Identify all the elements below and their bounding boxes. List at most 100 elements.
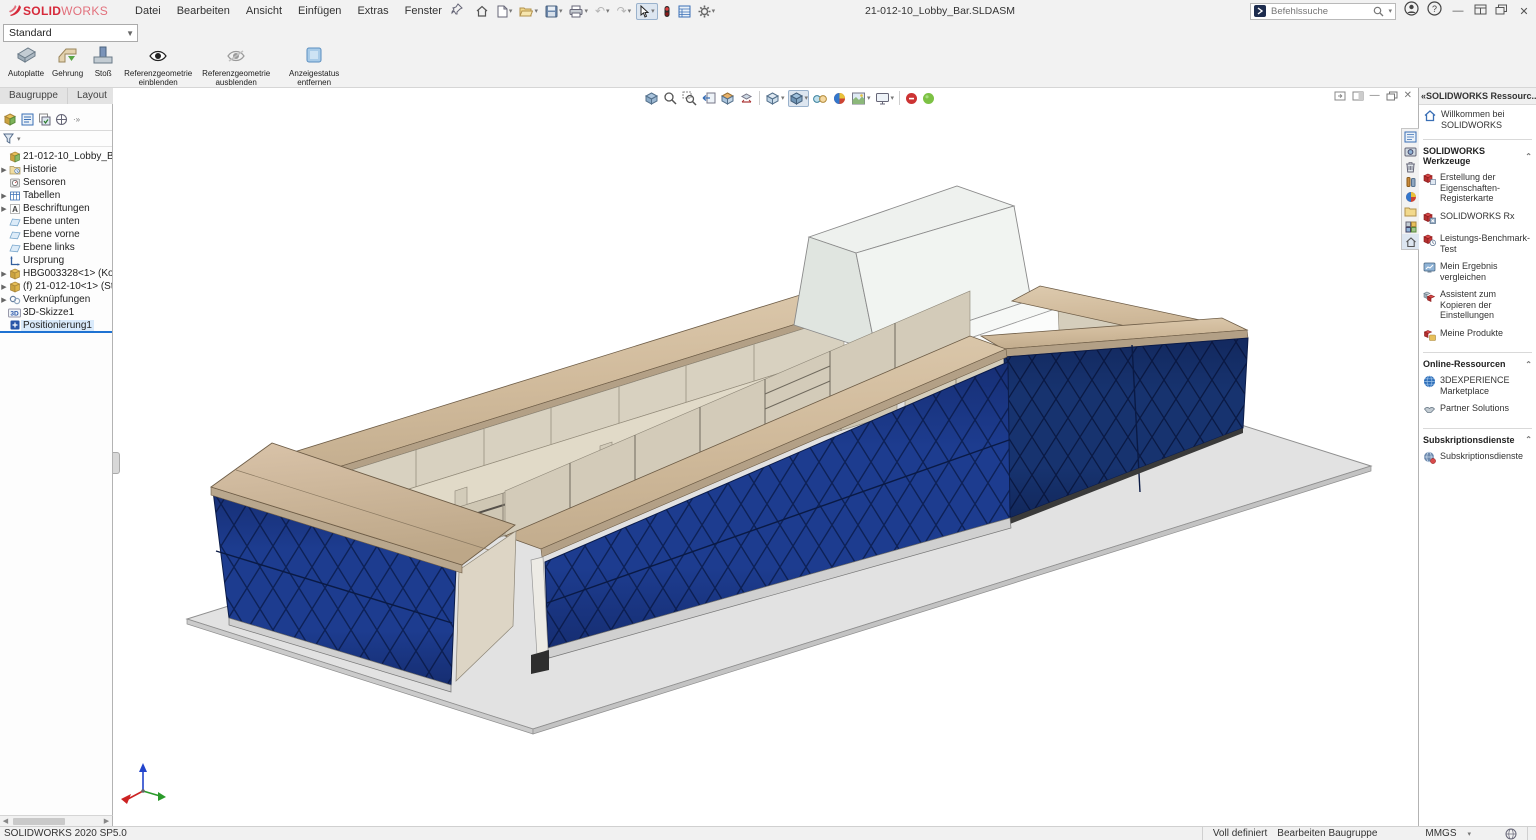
property-manager-tab-icon[interactable] — [21, 113, 34, 126]
tree-horizontal-scrollbar[interactable]: ◀ ▶ — [0, 815, 113, 826]
scrollbar-thumb[interactable] — [13, 818, 65, 825]
tree-item-tabellen[interactable]: ▶ Tabellen — [0, 189, 112, 202]
viewport-minimize-icon[interactable]: — — [1370, 90, 1380, 101]
dropdown-caret[interactable]: ▾ — [891, 94, 895, 102]
close-icon[interactable]: ✕ — [1516, 5, 1532, 18]
solidworks-resources-icon[interactable] — [1402, 234, 1419, 249]
dropdown-caret[interactable]: ▾ — [1388, 7, 1392, 15]
menu-ansicht[interactable]: Ansicht — [239, 3, 289, 19]
appearances-scenes-icon[interactable] — [1402, 189, 1419, 204]
dimxpert-manager-tab-icon[interactable] — [55, 113, 68, 126]
section-solidworks-werkzeuge[interactable]: SOLIDWORKS Werkzeuge ⌃ — [1419, 140, 1536, 168]
open-icon[interactable]: ▾ — [517, 4, 540, 19]
expand-arrow-icon[interactable]: ▶ — [0, 166, 8, 174]
scroll-left-icon[interactable]: ◀ — [0, 817, 11, 825]
units-dropdown-caret[interactable]: ▾ — [1467, 830, 1471, 838]
tree-item-3d-skizze1[interactable]: 3D 3D-Skizze1 — [0, 306, 112, 319]
item-meine-produkte[interactable]: Meine Produkte — [1419, 324, 1536, 347]
tree-item-verknuepfungen[interactable]: ▶ Verknüpfungen — [0, 293, 112, 306]
referenzgeometrie-ausblenden-button[interactable]: Referenzgeometrie ausblenden — [198, 44, 274, 88]
status-indicator-icon[interactable] — [921, 91, 936, 106]
tree-item-sensoren[interactable]: Sensoren — [0, 176, 112, 189]
search-icon[interactable] — [1373, 6, 1384, 17]
configuration-combo[interactable]: Standard ▼ — [3, 24, 138, 42]
previous-view-icon[interactable] — [700, 90, 717, 107]
design-binder-icon[interactable] — [1402, 129, 1419, 144]
zoom-fit-icon[interactable] — [643, 90, 660, 107]
graphics-viewport[interactable]: ▾ ▾ ▾ ▾ — ✕ — [113, 88, 1418, 826]
collapse-chevron-icon[interactable]: ⌃ — [1525, 435, 1532, 444]
tree-item-ebene-unten[interactable]: Ebene unten — [0, 215, 112, 228]
panel-splitter-handle[interactable] — [113, 452, 120, 474]
tabs-overflow-icon[interactable]: ·» — [73, 115, 80, 124]
expand-arrow-icon[interactable]: ▶ — [0, 296, 8, 304]
tree-item-historie[interactable]: ▶ Historie — [0, 163, 112, 176]
dock-pane-2-icon[interactable] — [1352, 91, 1364, 101]
xpress-tools-icon[interactable] — [661, 4, 673, 19]
command-search[interactable]: ▾ — [1250, 3, 1396, 20]
expand-arrow-icon[interactable]: ▶ — [0, 192, 8, 200]
collapse-chevron-icon[interactable]: ⌃ — [1525, 360, 1532, 369]
view-orientation-icon[interactable]: ▾ — [764, 90, 786, 107]
tree-item-21-012-10[interactable]: ▶ (f) 21-012-10<1> (Standar — [0, 280, 112, 293]
tree-item-ebene-links[interactable]: Ebene links — [0, 241, 112, 254]
design-library-icon[interactable] — [1402, 219, 1419, 234]
tree-filter[interactable]: ▾ — [0, 131, 112, 147]
section-online-ressourcen[interactable]: Online-Ressourcen ⌃ — [1419, 353, 1536, 371]
select-cursor-icon[interactable]: ▾ — [636, 3, 658, 20]
dropdown-caret[interactable]: ▾ — [584, 7, 588, 15]
section-subskriptionsdienste[interactable]: Subskriptionsdienste ⌃ — [1419, 429, 1536, 447]
tab-layout[interactable]: Layout — [68, 88, 117, 104]
status-globe-icon[interactable] — [1505, 828, 1517, 840]
dropdown-caret[interactable]: ▾ — [805, 94, 809, 102]
edit-appearance-icon[interactable] — [831, 90, 848, 107]
tree-item-positionierung1[interactable]: Positionierung1 — [0, 319, 112, 333]
apply-scene-icon[interactable]: ▾ — [850, 90, 872, 107]
item-mein-ergebnis[interactable]: Mein Ergebnis vergleichen — [1419, 257, 1536, 285]
dropdown-caret[interactable]: ▾ — [534, 7, 538, 15]
dropdown-caret[interactable]: ▾ — [712, 7, 716, 15]
item-3dexperience-marketplace[interactable]: 3DEXPERIENCE Marketplace — [1419, 371, 1536, 399]
restore-icon[interactable] — [1495, 2, 1508, 20]
file-explorer-icon[interactable] — [1402, 204, 1419, 219]
item-assistent-kopieren[interactable]: Assistent zum Kopieren der Einstellungen — [1419, 285, 1536, 324]
status-units[interactable]: MMGS — [1425, 828, 1456, 839]
minimize-icon[interactable]: — — [1450, 5, 1466, 17]
menu-fenster[interactable]: Fenster — [398, 3, 449, 19]
home-icon[interactable] — [473, 4, 491, 19]
item-solidworks-rx[interactable]: SOLIDWORKS Rx — [1419, 207, 1536, 230]
hide-show-items-icon[interactable] — [811, 90, 829, 107]
chevron-down-icon[interactable]: ▼ — [126, 29, 134, 38]
gehrung-button[interactable]: Gehrung — [49, 44, 86, 79]
menu-einfuegen[interactable]: Einfügen — [291, 3, 348, 19]
record-indicator-icon[interactable] — [904, 91, 919, 106]
tree-item-ursprung[interactable]: Ursprung — [0, 254, 112, 267]
item-partner-solutions[interactable]: Partner Solutions — [1419, 399, 1536, 422]
dropdown-caret[interactable]: ▾ — [17, 135, 21, 143]
dropdown-caret[interactable]: ▾ — [559, 7, 563, 15]
menu-datei[interactable]: Datei — [128, 3, 168, 19]
view-settings-icon[interactable]: ▾ — [874, 90, 896, 107]
viewport-restore-icon[interactable] — [1386, 91, 1398, 101]
help-icon[interactable]: ? — [1427, 1, 1442, 21]
welcome-item[interactable]: Willkommen bei SOLIDWORKS — [1419, 105, 1536, 133]
scroll-right-icon[interactable]: ▶ — [101, 817, 112, 825]
stoss-button[interactable]: Stoß — [88, 44, 118, 79]
section-view-icon[interactable] — [719, 90, 736, 107]
dropdown-caret[interactable]: ▾ — [867, 94, 871, 102]
print-icon[interactable]: ▾ — [567, 4, 590, 19]
tree-item-ebene-vorne[interactable]: Ebene vorne — [0, 228, 112, 241]
item-subskriptionsdienste[interactable]: Subskriptionsdienste — [1419, 447, 1536, 470]
referenzgeometrie-einblenden-button[interactable]: Referenzgeometrie einblenden — [120, 44, 196, 88]
dock-pane-icon[interactable] — [1334, 91, 1346, 101]
search-input[interactable] — [1269, 5, 1370, 18]
user-profile-icon[interactable] — [1404, 1, 1419, 21]
tab-baugruppe[interactable]: Baugruppe — [0, 88, 68, 104]
annotation-view-icon[interactable] — [738, 90, 755, 107]
custom-tools-icon[interactable] — [1402, 174, 1419, 189]
display-style-icon[interactable]: ▾ — [788, 90, 810, 107]
tree-item-beschriftungen[interactable]: ▶ A Beschriftungen — [0, 202, 112, 215]
autoplatte-button[interactable]: Autoplatte — [5, 44, 47, 79]
zoom-area-icon[interactable] — [662, 90, 679, 107]
menu-extras[interactable]: Extras — [350, 3, 395, 19]
